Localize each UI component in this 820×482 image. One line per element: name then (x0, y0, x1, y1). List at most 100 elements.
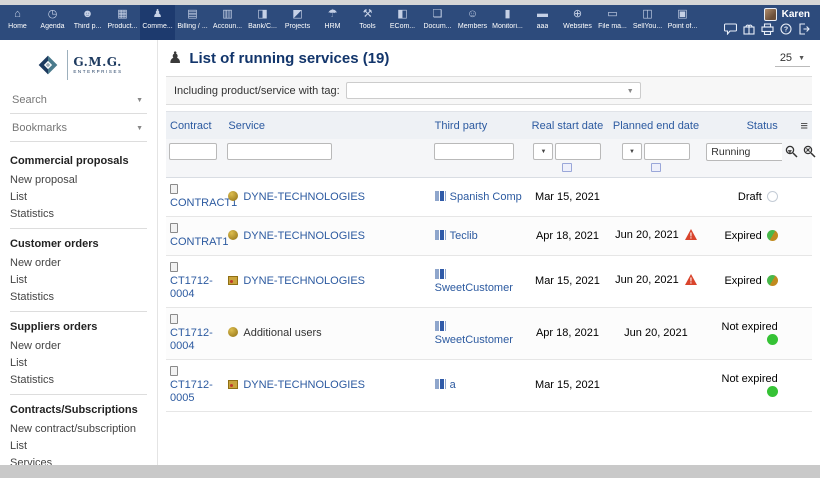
logout-icon[interactable] (798, 23, 810, 35)
real-start-date: Mar 15, 2021 (526, 360, 609, 412)
list-fields-icon[interactable]: ≡ (800, 118, 808, 133)
clear-filter-icon[interactable] (803, 145, 816, 158)
sidebar-menu-item[interactable]: New order (10, 337, 147, 354)
topnav-item[interactable]: ◩ Projects (280, 5, 315, 40)
menu-section: Commercial proposals New proposalListSta… (10, 146, 147, 228)
thirdparty-link[interactable]: SweetCustomer (435, 282, 513, 294)
service-link[interactable]: DYNE-TECHNOLOGIES (243, 379, 365, 391)
sidebar-menu-item[interactable]: List (10, 271, 147, 288)
accountancy-icon: ▥ (222, 9, 232, 21)
tools-icon: ⚒ (363, 9, 373, 21)
sidebar-menu-item[interactable]: List (10, 188, 147, 205)
aaa-icon: ▬ (537, 9, 548, 21)
documents-icon: ❏ (433, 9, 443, 21)
filter-status-value: Running (711, 146, 750, 158)
topnav-item[interactable]: ⊕ Websites (560, 5, 595, 40)
sidebar-menu-item[interactable]: New order (10, 254, 147, 271)
search-icon[interactable] (785, 145, 798, 158)
sidebar-menu-item[interactable]: New proposal (10, 171, 147, 188)
calendar-icon[interactable] (651, 163, 661, 172)
sidebar-menu-item[interactable]: Statistics (10, 288, 147, 305)
page-size-select[interactable]: 25 ▼ (775, 50, 810, 67)
filter-start-date-input[interactable] (555, 143, 601, 160)
topnav-item[interactable]: ▬ aaa (525, 5, 560, 40)
tag-filter-select[interactable]: ▼ (346, 82, 641, 99)
company-icon (435, 269, 446, 279)
title-row: ♟ List of running services (19) 25 ▼ (166, 46, 812, 76)
topnav-item[interactable]: ▮ Monitori... (490, 5, 525, 40)
col-status[interactable]: Status (703, 112, 781, 140)
sidebar-menu-item[interactable]: List (10, 437, 147, 454)
commerce-icon: ♟ (153, 9, 163, 21)
tag-filter-label: Including product/service with tag: (174, 85, 340, 97)
service-link[interactable]: DYNE-TECHNOLOGIES (243, 230, 365, 242)
topnav-item[interactable]: ☂ HRM (315, 5, 350, 40)
company-icon (435, 230, 446, 240)
topnav-item[interactable]: ◧ ECom... (385, 5, 420, 40)
menu-section: Suppliers orders New orderListStatistics (10, 311, 147, 394)
contract-link[interactable]: CT1712-0004 (170, 327, 213, 352)
screen: ⌂ Home ◷ Agenda ☻ Third p... ▦ Product..… (0, 0, 820, 482)
service-link[interactable]: DYNE-TECHNOLOGIES (243, 275, 365, 287)
sidebar-menu-item[interactable]: Statistics (10, 205, 147, 222)
topnav-item[interactable]: ◨ Bank/C... (245, 5, 280, 40)
topnav-item[interactable]: ◫ SellYou... (630, 5, 665, 40)
status-label: Draft (738, 191, 762, 203)
contract-link[interactable]: CT1712-0004 (170, 275, 213, 300)
topnav-item[interactable]: ◷ Agenda (35, 5, 70, 40)
filter-end-date-input[interactable] (644, 143, 690, 160)
sidebar-menu-item[interactable]: List (10, 354, 147, 371)
thirdparty-link[interactable]: SweetCustomer (435, 334, 513, 346)
filter-end-month-select[interactable]: ▼ (622, 143, 642, 160)
col-service[interactable]: Service (224, 112, 430, 140)
col-contract[interactable]: Contract (166, 112, 224, 140)
contract-link[interactable]: CT1712-0005 (170, 379, 213, 404)
filter-contract-input[interactable] (169, 143, 217, 160)
table-body: CONTRACT1 DYNE-TECHNOLOGIES Spanish Comp… (166, 178, 812, 412)
thirdparty-link[interactable]: a (450, 379, 456, 391)
topnav-item[interactable]: ⌂ Home (0, 5, 35, 40)
contract-link[interactable]: CONTRACT1 (170, 197, 237, 209)
contract-icon (170, 366, 178, 376)
topnav-item[interactable]: ❏ Docum... (420, 5, 455, 40)
ecommerce-icon: ◧ (397, 9, 407, 21)
contract-link[interactable]: CONTRAT1 (170, 236, 228, 248)
topnav-item[interactable]: ▥ Accoun... (210, 5, 245, 40)
col-planned-end-date[interactable]: Planned end date (609, 112, 704, 140)
col-third-party[interactable]: Third party (431, 112, 527, 140)
topnav-item[interactable]: ▦ Product... (105, 5, 140, 40)
calendar-icon[interactable] (562, 163, 572, 172)
chat-icon[interactable] (724, 23, 737, 35)
real-start-date: Apr 18, 2021 (526, 217, 609, 256)
page-title: List of running services (19) (189, 50, 389, 67)
sidebar-menu-item[interactable]: Statistics (10, 371, 147, 388)
topnav-item[interactable]: ▣ Point of... (665, 5, 700, 40)
filter-service-input[interactable] (227, 143, 332, 160)
filter-third-party-input[interactable] (434, 143, 514, 160)
thirdparty-link[interactable]: Teclib (450, 230, 478, 242)
sidebar-menu-item[interactable]: Services (10, 454, 147, 465)
help-icon[interactable]: ? (780, 23, 792, 35)
menu-section: Customer orders New orderListStatistics (10, 228, 147, 311)
topnav-item[interactable]: ▤ Billing / ... (175, 5, 210, 40)
printer-icon[interactable] (761, 23, 774, 35)
bookmarks-dropdown[interactable]: Bookmarks ▼ (10, 114, 147, 142)
topnav-item[interactable]: ⚒ Tools (350, 5, 385, 40)
topnav-item[interactable]: ☺ Members (455, 5, 490, 40)
col-real-start-date[interactable]: Real start date (526, 112, 609, 140)
topnav-item[interactable]: ▭ File ma... (595, 5, 630, 40)
nav-label: Agenda (40, 23, 64, 30)
filter-start-month-select[interactable]: ▼ (533, 143, 553, 160)
topnav: ⌂ Home ◷ Agenda ☻ Third p... ▦ Product..… (0, 5, 820, 40)
horizontal-scrollbar[interactable] (0, 465, 820, 478)
sidebar-menu-item[interactable]: New contract/subscription (10, 420, 147, 437)
service-link[interactable]: DYNE-TECHNOLOGIES (243, 191, 365, 203)
planned-end-date: Jun 20, 2021 (624, 327, 688, 339)
user-menu[interactable]: Karen (764, 8, 810, 21)
thirdparty-link[interactable]: Spanish Comp (450, 191, 522, 203)
search-dropdown[interactable]: Search ▼ (10, 86, 147, 114)
nav-label: File ma... (598, 23, 627, 30)
topnav-item[interactable]: ☻ Third p... (70, 5, 105, 40)
topnav-item[interactable]: ♟ Comme... (140, 5, 175, 40)
gift-icon[interactable] (743, 23, 755, 35)
